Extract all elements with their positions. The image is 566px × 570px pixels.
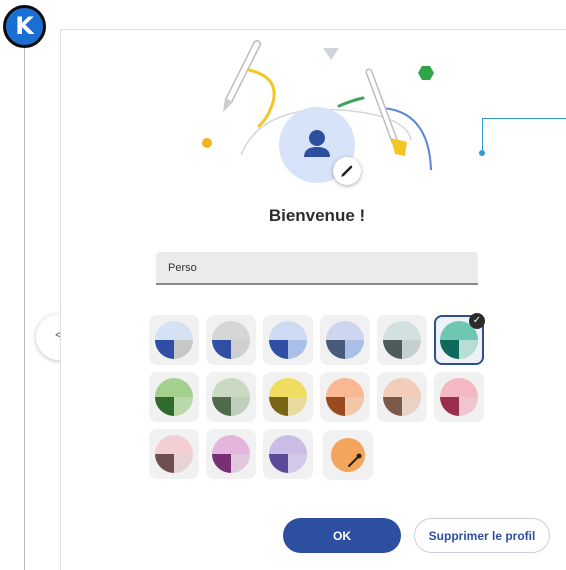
profile-dialog: Bienvenue ! OK Supprimer le profil ✓	[61, 30, 566, 570]
theme-swatch-yellow[interactable]	[263, 372, 313, 422]
theme-swatch-peach[interactable]	[320, 372, 370, 422]
theme-light-quadrant	[231, 397, 250, 416]
theme-preview-circle	[155, 321, 193, 359]
theme-dark-quadrant	[155, 340, 174, 359]
theme-swatch-blue-grey[interactable]	[149, 315, 199, 365]
theme-dark-quadrant	[383, 397, 402, 416]
theme-light-quadrant	[174, 397, 193, 416]
theme-swatch-sand[interactable]	[377, 372, 427, 422]
theme-light-quadrant	[402, 340, 421, 359]
theme-dark-quadrant	[269, 454, 288, 473]
theme-dark-quadrant	[326, 340, 345, 359]
theme-swatch-rose[interactable]	[149, 429, 199, 479]
theme-swatch-sage[interactable]	[206, 372, 256, 422]
theme-dark-quadrant	[155, 397, 174, 416]
theme-light-quadrant	[402, 397, 421, 416]
theme-dark-quadrant	[440, 340, 459, 359]
logo-letter: K	[15, 12, 34, 40]
theme-preview-circle	[440, 378, 478, 416]
theme-light-quadrant	[174, 454, 193, 473]
theme-preview-circle	[212, 321, 250, 359]
theme-light-quadrant	[288, 340, 307, 359]
theme-preview-circle	[383, 378, 421, 416]
theme-swatch-blue-light[interactable]	[263, 315, 313, 365]
callout-dot	[479, 150, 485, 156]
theme-dark-quadrant	[269, 397, 288, 416]
ok-button[interactable]: OK	[283, 518, 401, 553]
theme-dark-quadrant	[212, 454, 231, 473]
theme-light-quadrant	[345, 340, 364, 359]
theme-dark-quadrant	[383, 340, 402, 359]
theme-swatch-slate-grey[interactable]	[377, 315, 427, 365]
theme-swatch-grey-blue[interactable]	[206, 315, 256, 365]
callout-line-vertical	[482, 118, 483, 152]
theme-swatch-teal[interactable]: ✓	[434, 313, 485, 365]
theme-preview-circle	[269, 378, 307, 416]
theme-preview-circle	[212, 378, 250, 416]
theme-preview-circle	[155, 378, 193, 416]
app-logo: K	[3, 5, 46, 48]
left-divider	[24, 48, 25, 570]
edit-avatar-button[interactable]	[333, 157, 361, 185]
theme-light-quadrant	[231, 340, 250, 359]
theme-light-quadrant	[459, 397, 478, 416]
theme-swatch-pink[interactable]	[434, 372, 484, 422]
theme-swatch-magenta[interactable]	[206, 429, 256, 479]
theme-preview-circle	[326, 378, 364, 416]
theme-preview-circle	[326, 321, 364, 359]
theme-preview-circle	[212, 435, 250, 473]
theme-preview-circle	[269, 321, 307, 359]
custom-color-button[interactable]	[323, 430, 373, 480]
theme-light-quadrant	[174, 340, 193, 359]
theme-preview-circle	[269, 435, 307, 473]
theme-light-quadrant	[345, 397, 364, 416]
theme-swatch-green[interactable]	[149, 372, 199, 422]
pencil-illustration-icon	[223, 40, 261, 112]
theme-preview-circle	[383, 321, 421, 359]
theme-dark-quadrant	[212, 397, 231, 416]
theme-preview-circle	[155, 435, 193, 473]
brush-illustration-icon	[365, 68, 407, 156]
theme-dark-quadrant	[155, 454, 174, 473]
theme-swatch-blue-slate[interactable]	[320, 315, 370, 365]
dialog-title: Bienvenue !	[268, 206, 366, 225]
eyedropper-icon	[348, 453, 362, 467]
theme-dark-quadrant	[269, 340, 288, 359]
theme-light-quadrant	[459, 340, 478, 359]
check-icon: ✓	[469, 313, 485, 329]
theme-swatch-lavender[interactable]	[263, 429, 313, 479]
custom-color-circle	[331, 438, 365, 472]
delete-profile-button[interactable]: Supprimer le profil	[414, 518, 550, 553]
theme-dark-quadrant	[212, 340, 231, 359]
theme-dark-quadrant	[326, 397, 345, 416]
theme-light-quadrant	[288, 397, 307, 416]
callout-line	[482, 118, 566, 119]
theme-dark-quadrant	[440, 397, 459, 416]
theme-light-quadrant	[288, 454, 307, 473]
theme-light-quadrant	[231, 454, 250, 473]
profile-name-input[interactable]	[156, 252, 478, 285]
pencil-icon	[341, 165, 353, 177]
